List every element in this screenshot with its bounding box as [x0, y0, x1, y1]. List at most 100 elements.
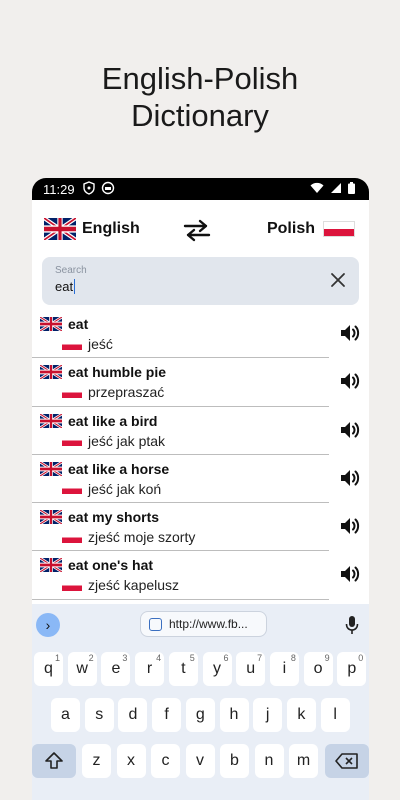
key-hint: 6 — [223, 653, 229, 663]
result-english-text: eat — [68, 316, 89, 332]
key-z[interactable]: z — [82, 744, 111, 778]
microphone-icon[interactable] — [345, 615, 359, 635]
key-q[interactable]: q1 — [34, 652, 63, 686]
uk-flag-icon — [40, 413, 62, 428]
key-b[interactable]: b — [220, 744, 249, 778]
key-c[interactable]: c — [151, 744, 180, 778]
key-e[interactable]: e3 — [101, 652, 131, 686]
result-polish: przepraszać — [62, 384, 164, 400]
key-s[interactable]: s — [84, 698, 114, 732]
results-list: eat jeść eat humble pie przepraszać eat like… — [32, 310, 369, 640]
speaker-icon[interactable] — [339, 322, 361, 344]
result-english: eat one's hat — [40, 557, 153, 573]
keyboard: › http://www.fb... q1w2e3r4t5y6u7i8o9p0 … — [32, 604, 369, 800]
clear-search-icon[interactable] — [329, 271, 347, 289]
result-row[interactable]: eat like a horse jeść jak koń — [32, 455, 369, 504]
speaker-icon[interactable] — [339, 370, 361, 392]
search-placeholder: Search — [55, 265, 87, 276]
key-label: e — [111, 660, 121, 677]
key-hint: 5 — [189, 653, 195, 663]
shield-icon — [83, 181, 95, 195]
source-language-button[interactable]: English — [44, 218, 140, 240]
pl-flag-icon — [62, 386, 82, 398]
shift-key[interactable] — [32, 744, 76, 778]
result-english-text: eat like a horse — [68, 460, 170, 477]
promo-title-line1: English-Polish — [101, 61, 299, 96]
result-english: eat like a bird — [40, 413, 157, 429]
keyboard-row-2: asdfghjkl — [32, 698, 369, 732]
speaker-icon[interactable] — [339, 467, 361, 489]
uk-flag-icon — [40, 558, 62, 573]
result-row[interactable]: eat jeść — [32, 310, 369, 359]
search-box[interactable]: Search eat — [42, 257, 359, 305]
key-hint: 1 — [54, 653, 60, 663]
pl-flag-icon — [62, 531, 82, 543]
key-f[interactable]: f — [152, 698, 182, 732]
wifi-icon — [310, 182, 324, 193]
key-d[interactable]: d — [118, 698, 148, 732]
search-input[interactable]: eat — [55, 279, 76, 294]
key-label: i — [282, 660, 287, 677]
key-label: o — [313, 660, 323, 677]
battery-icon — [348, 182, 355, 194]
result-row[interactable]: eat humble pie przepraszać — [32, 358, 369, 407]
key-l[interactable]: l — [320, 698, 350, 732]
uk-flag-icon — [40, 461, 62, 476]
result-english: eat like a horse — [40, 461, 169, 477]
result-english: eat — [40, 316, 88, 332]
phone-frame: 11:29 English Polish Search eat eat jeść… — [32, 178, 369, 800]
key-r[interactable]: r4 — [135, 652, 165, 686]
target-language-label: Polish — [266, 220, 315, 237]
result-row[interactable]: eat my shorts zjeść moje szorty — [32, 503, 369, 552]
key-m[interactable]: m — [289, 744, 318, 778]
keyboard-row-3: zxcvbnm — [32, 744, 369, 778]
key-i[interactable]: i8 — [269, 652, 299, 686]
result-polish-text: jeść — [88, 336, 113, 352]
key-w[interactable]: w2 — [67, 652, 97, 686]
result-row[interactable]: eat one's hat zjeść kapelusz — [32, 551, 369, 600]
result-row[interactable]: eat like a bird jeść jak ptak — [32, 407, 369, 455]
swap-languages-icon[interactable] — [182, 218, 212, 242]
key-hint: 8 — [290, 653, 296, 663]
result-english-text: eat my shorts — [68, 509, 160, 526]
clipboard-suggestion[interactable]: http://www.fb... — [140, 611, 267, 637]
speaker-icon[interactable] — [339, 419, 361, 441]
key-x[interactable]: x — [116, 744, 146, 778]
result-polish-text: zjeść kapelusz — [88, 577, 180, 594]
key-label: p — [347, 660, 357, 677]
keyboard-expand-button[interactable]: › — [36, 613, 60, 637]
key-a[interactable]: a — [51, 698, 80, 732]
speaker-icon[interactable] — [339, 515, 361, 537]
key-p[interactable]: p0 — [337, 652, 367, 686]
result-english-text: eat humble pie — [68, 364, 167, 381]
key-u[interactable]: u7 — [236, 652, 266, 686]
backspace-key[interactable] — [325, 744, 369, 778]
key-hint: 0 — [358, 653, 364, 663]
app-notification-icon — [101, 181, 115, 195]
key-label: r — [146, 660, 153, 677]
key-g[interactable]: g — [185, 698, 215, 732]
key-hint: 7 — [257, 653, 263, 663]
clipboard-suggestion-text: http://www.fb... — [169, 617, 248, 631]
key-t[interactable]: t5 — [168, 652, 198, 686]
key-label: y — [213, 660, 221, 677]
status-bar: 11:29 — [32, 178, 369, 200]
pl-flag-icon — [62, 435, 82, 447]
result-english-text: eat like a bird — [68, 412, 158, 429]
target-language-button[interactable]: Polish — [267, 220, 355, 238]
result-english: eat humble pie — [40, 364, 166, 380]
promo-title: English-Polish Dictionary — [0, 60, 400, 134]
language-bar: English Polish — [32, 200, 369, 256]
result-polish: zjeść kapelusz — [62, 577, 179, 593]
uk-flag-icon — [44, 218, 76, 240]
key-o[interactable]: o9 — [303, 652, 333, 686]
key-v[interactable]: v — [185, 744, 215, 778]
key-j[interactable]: j — [253, 698, 283, 732]
key-y[interactable]: y6 — [202, 652, 232, 686]
promo-title-line2: Dictionary — [131, 98, 269, 133]
speaker-icon[interactable] — [339, 563, 361, 585]
key-k[interactable]: k — [286, 698, 316, 732]
key-h[interactable]: h — [219, 698, 249, 732]
key-n[interactable]: n — [254, 744, 284, 778]
status-time: 11:29 — [43, 182, 75, 197]
